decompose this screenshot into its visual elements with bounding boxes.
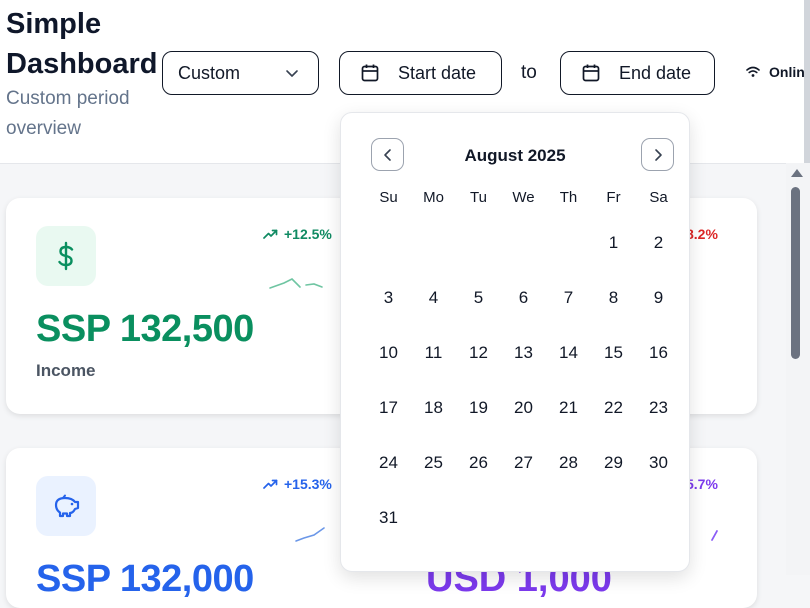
date-picker-popover: August 2025 Su Mo Tu We Th Fr Sa 1 2 3 4 5 6 7 8 9 10 11 1…	[340, 112, 690, 572]
right-card-trend-value: 5.7%	[686, 476, 718, 492]
calendar-day[interactable]: 27	[501, 453, 546, 473]
income-value: SSP 132,500	[36, 308, 254, 350]
calendar-month-label: August 2025	[464, 146, 566, 165]
end-date-button[interactable]: End date	[560, 51, 715, 95]
calendar-week-row: 12	[366, 215, 681, 270]
window-edge	[804, 0, 810, 163]
calendar-day[interactable]: 4	[411, 288, 456, 308]
calendar-day[interactable]: 9	[636, 288, 681, 308]
calendar-day[interactable]: 12	[456, 343, 501, 363]
period-select[interactable]: Custom	[162, 51, 319, 95]
start-date-label: Start date	[398, 62, 477, 83]
calendar-day[interactable]: 20	[501, 398, 546, 418]
calendar-day[interactable]: 30	[636, 453, 681, 473]
calendar-day[interactable]: 16	[636, 343, 681, 363]
calendar-icon	[582, 64, 600, 82]
savings-trend-value: +15.3%	[284, 476, 332, 492]
calendar-day[interactable]: 11	[411, 343, 456, 363]
page-title: Simple Dashboard	[6, 4, 157, 84]
income-trend: +12.5%	[263, 226, 332, 242]
calendar-day[interactable]: 13	[501, 343, 546, 363]
weekday-label: Sa	[649, 189, 668, 206]
calendar-day[interactable]: 24	[366, 453, 411, 473]
calendar-day[interactable]: 26	[456, 453, 501, 473]
calendar-day[interactable]: 23	[636, 398, 681, 418]
calendar-icon	[361, 64, 379, 82]
calendar-day[interactable]: 22	[591, 398, 636, 418]
income-icon-box	[36, 226, 96, 286]
calendar-week-row: 17 18 19 20 21 22 23	[366, 380, 681, 435]
page-title-line-1: Simple	[6, 8, 102, 40]
calendar-week-row: 24 25 26 27 28 29 30	[366, 435, 681, 490]
calendar-day[interactable]: 15	[591, 343, 636, 363]
weekday-header-row: Su Mo Tu We Th Fr Sa	[366, 189, 681, 215]
calendar-day[interactable]: 7	[546, 288, 591, 308]
date-range-separator: to	[521, 62, 537, 83]
piggy-bank-icon	[54, 494, 80, 518]
scrollbar[interactable]	[786, 163, 810, 575]
calendar-day[interactable]: 14	[546, 343, 591, 363]
calendar-week-row: 10 11 12 13 14 15 16	[366, 325, 681, 380]
income-trend-value: +12.5%	[284, 226, 332, 242]
trending-up-icon	[263, 479, 278, 489]
page-title-line-2: Dashboard	[6, 48, 158, 80]
end-date-label: End date	[619, 62, 692, 83]
calendar-day[interactable]: 1	[591, 233, 636, 253]
savings-value: SSP 132,000	[36, 558, 254, 600]
calendar-day[interactable]: 21	[546, 398, 591, 418]
weekday-label: Th	[559, 189, 578, 206]
calendar-day[interactable]: 5	[456, 288, 501, 308]
calendar-day[interactable]: 29	[591, 453, 636, 473]
income-caption: Income	[36, 361, 96, 380]
calendar-day[interactable]: 6	[501, 288, 546, 308]
calendar-grid: Su Mo Tu We Th Fr Sa 1 2 3 4 5 6 7 8 9 10 11 12 13 14 15 16 17 1…	[366, 189, 681, 545]
chevron-down-icon	[286, 70, 298, 77]
weekday-label: Su	[379, 189, 398, 206]
period-select-value: Custom	[178, 62, 241, 83]
subtitle-line-1: Custom period	[6, 88, 130, 109]
page-subtitle: Custom period overview	[6, 84, 156, 144]
calendar-day[interactable]: 31	[366, 508, 411, 528]
calendar-week-row: 3456789	[366, 270, 681, 325]
dollar-icon	[58, 241, 74, 271]
calendar-day[interactable]: 25	[411, 453, 456, 473]
weekday-label: We	[512, 189, 535, 206]
calendar-day[interactable]: 17	[366, 398, 411, 418]
wifi-icon	[746, 66, 760, 77]
right-card-sparkline	[711, 530, 718, 541]
savings-sparkline	[295, 527, 325, 542]
start-date-button[interactable]: Start date	[339, 51, 502, 95]
savings-icon-box	[36, 476, 96, 536]
calendar-day[interactable]: 28	[546, 453, 591, 473]
scroll-up-arrow-icon[interactable]	[791, 169, 803, 177]
scrollbar-thumb[interactable]	[791, 187, 800, 359]
calendar-day[interactable]: 8	[591, 288, 636, 308]
savings-trend: +15.3%	[263, 476, 332, 492]
calendar-day[interactable]: 18	[411, 398, 456, 418]
income-sparkline	[269, 278, 323, 289]
next-month-button[interactable]	[641, 138, 674, 171]
subtitle-line-2: overview	[6, 118, 81, 139]
calendar-day[interactable]: 3	[366, 288, 411, 308]
weekday-label: Mo	[423, 189, 444, 206]
calendar-day[interactable]: 2	[636, 233, 681, 253]
calendar-day[interactable]: 19	[456, 398, 501, 418]
trending-up-icon	[263, 229, 278, 239]
calendar-week-row: 31	[366, 490, 681, 545]
expense-trend-value: 8.2%	[686, 226, 718, 242]
connection-status: Online	[746, 64, 810, 80]
weekday-label: Fr	[606, 189, 621, 206]
chevron-right-icon	[654, 148, 662, 161]
weekday-label: Tu	[470, 189, 487, 206]
calendar-day[interactable]: 10	[366, 343, 411, 363]
